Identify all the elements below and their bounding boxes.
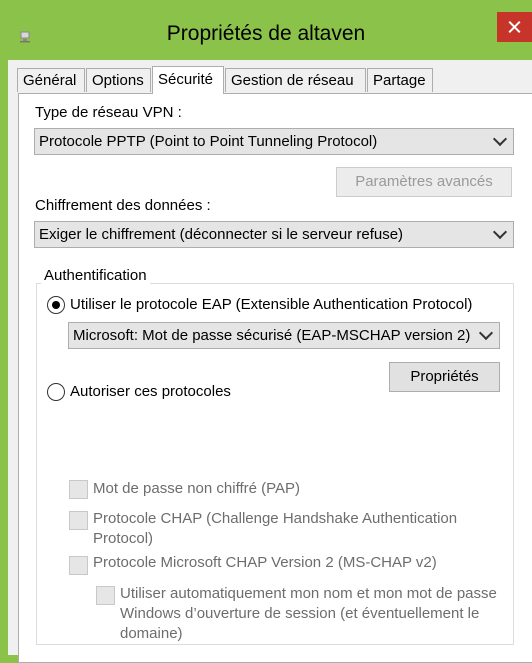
pap-checkbox[interactable]	[69, 480, 88, 499]
encryption-value: Exiger le chiffrement (déconnecter si le…	[39, 226, 404, 243]
vpn-type-select[interactable]: Protocole PPTP (Point to Point Tunneling…	[34, 128, 514, 155]
auto-logon-label: Utiliser automatiquement mon nom et mon …	[120, 585, 497, 642]
chap-label: Protocole CHAP (Challenge Handshake Auth…	[93, 510, 458, 547]
mschapv2-label: Protocole Microsoft CHAP Version 2 (MS-C…	[93, 554, 437, 571]
encryption-label: Chiffrement des données :	[35, 197, 211, 214]
auto-logon-checkbox[interactable]	[96, 586, 115, 605]
encryption-select[interactable]: Exiger le chiffrement (déconnecter si le…	[34, 221, 514, 248]
eap-method-select[interactable]: Microsoft: Mot de passe sécurisé (EAP-MS…	[68, 322, 500, 349]
chap-checkbox[interactable]	[69, 511, 88, 530]
eap-method-value: Microsoft: Mot de passe sécurisé (EAP-MS…	[73, 327, 471, 344]
advanced-settings-button[interactable]: Paramètres avancés	[336, 167, 512, 197]
pap-label: Mot de passe non chiffré (PAP)	[93, 480, 301, 497]
properties-button[interactable]: Propriétés	[389, 362, 500, 392]
eap-radio[interactable]	[47, 296, 65, 314]
mschapv2-checkbox[interactable]	[69, 556, 88, 575]
vpn-type-label: Type de réseau VPN :	[35, 104, 182, 121]
allow-protocols-radio[interactable]	[47, 383, 65, 401]
vpn-type-value: Protocole PPTP (Point to Point Tunneling…	[39, 133, 378, 150]
radio-selected-dot	[52, 301, 60, 309]
allow-protocols-label[interactable]: Autoriser ces protocoles	[70, 383, 231, 400]
authentication-group-title: Authentification	[41, 267, 150, 284]
eap-radio-label[interactable]: Utiliser le protocole EAP (Extensible Au…	[70, 296, 472, 313]
